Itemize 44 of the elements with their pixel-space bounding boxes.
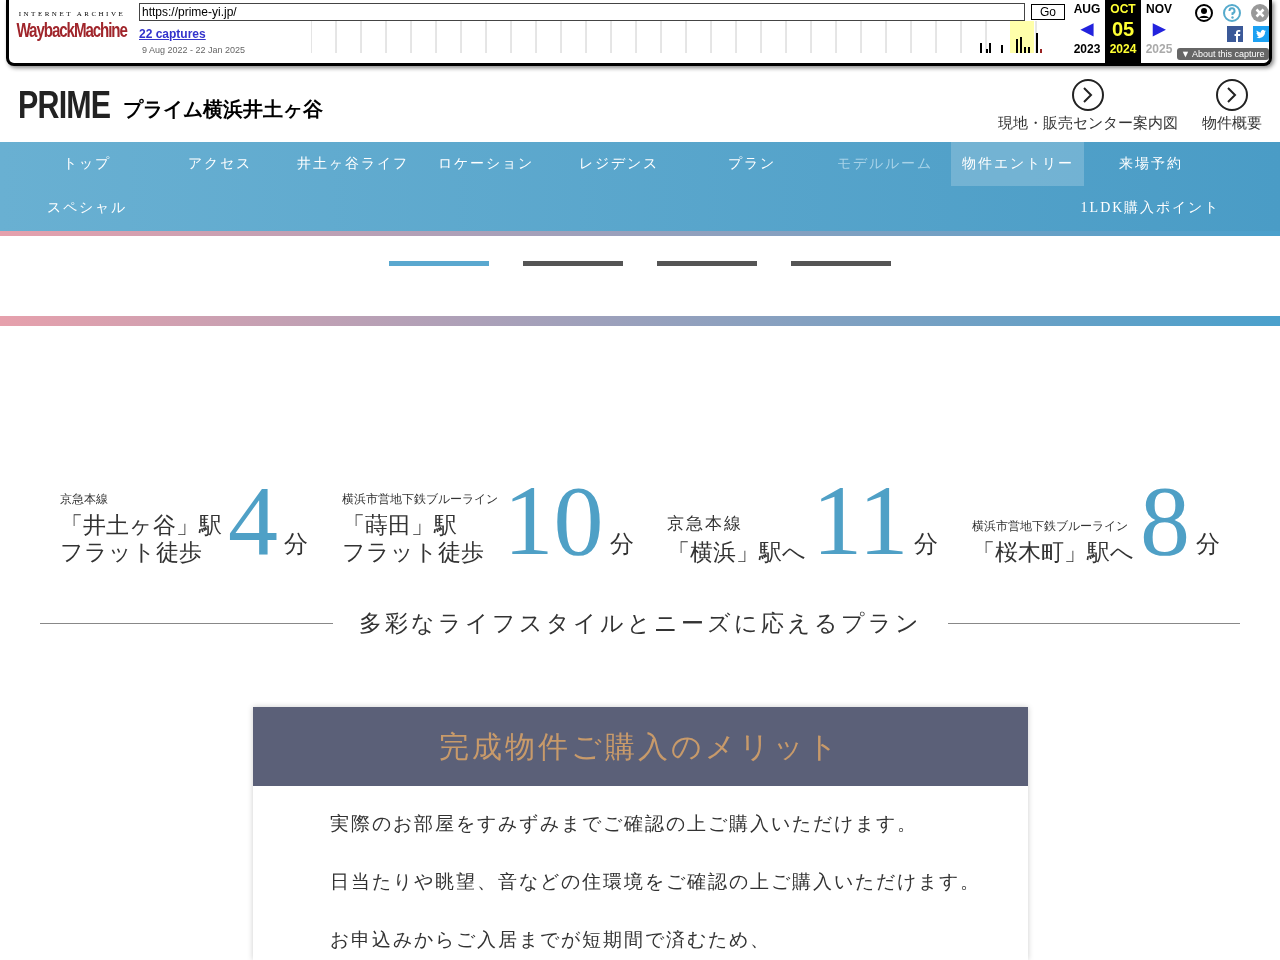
calendar-month[interactable]: NOV ▶ 2025	[1141, 0, 1177, 63]
wayback-logo[interactable]: WaybackMachine	[16, 18, 128, 42]
facebook-icon[interactable]	[1226, 26, 1243, 42]
arrow-circle-icon	[1215, 77, 1249, 112]
station-name: 「横浜」駅へ	[667, 539, 807, 566]
minutes-unit: 分	[914, 530, 939, 559]
capture-range: 9 Aug 2022 - 22 Jan 2025	[142, 45, 247, 55]
card-title: 完成物件ご購入のメリット	[252, 707, 1028, 786]
go-button[interactable]: Go	[1031, 4, 1065, 20]
train-line: 横浜市営地下鉄ブルーライン	[972, 518, 1129, 535]
about-capture-button[interactable]: ▼ About this capture	[1177, 48, 1269, 60]
captures-link[interactable]: 22 captures	[139, 27, 311, 41]
walk-label: フラット徒歩	[60, 539, 203, 566]
close-icon[interactable]	[1250, 4, 1269, 22]
section-title: 多彩なライフスタイルとニーズに応えるプラン	[358, 610, 922, 638]
train-line: 横浜市営地下鉄ブルーライン	[341, 491, 498, 508]
minutes-unit: 分	[609, 530, 634, 559]
merit-text: お申込みからご入居までが短期間で済むため、	[329, 928, 772, 952]
url-field[interactable]: https://prime-yi.jp/	[139, 3, 1025, 21]
minutes-unit: 分	[1196, 530, 1220, 559]
user-icon[interactable]	[1194, 4, 1213, 22]
minutes-number: 8	[1140, 476, 1190, 566]
calendar-month[interactable]: AUG ◀ 2023	[1069, 0, 1105, 63]
station-name: 「井土ヶ谷」駅	[60, 512, 222, 539]
station-name: 「蒔田」駅	[341, 512, 458, 539]
header-link[interactable]: 現地・販売センター案内図	[998, 77, 1178, 133]
minutes-unit: 分	[284, 530, 308, 559]
station-name: 「桜木町」駅へ	[972, 539, 1134, 566]
merit-text: 実際のお部屋をすみずみまでご確認の上ご購入いただけます。	[329, 812, 919, 836]
minutes-number: 4	[228, 476, 278, 566]
previous-arrow[interactable]: ◀	[1081, 16, 1093, 42]
header-link[interactable]: 物件概要	[1202, 77, 1262, 133]
minutes-number: 11	[812, 476, 909, 566]
merit-text: 日当たりや眺望、音などの住環境をご確認の上ご購入いただけます。	[329, 870, 982, 894]
arrow-circle-icon	[1071, 77, 1105, 112]
minutes-number: 10	[503, 476, 604, 566]
twitter-icon[interactable]	[1252, 26, 1269, 42]
train-line: 京急本線	[667, 513, 745, 535]
train-line: 京急本線	[60, 491, 109, 508]
next-arrow[interactable]: ▶	[1153, 16, 1165, 42]
walk-label: フラット徒歩	[341, 539, 485, 566]
prime-logo[interactable]: PRIME	[18, 83, 111, 127]
site-title: プライム横浜井土ヶ谷	[123, 96, 324, 122]
calendar-month[interactable]: OCT 05 2024	[1105, 0, 1141, 63]
